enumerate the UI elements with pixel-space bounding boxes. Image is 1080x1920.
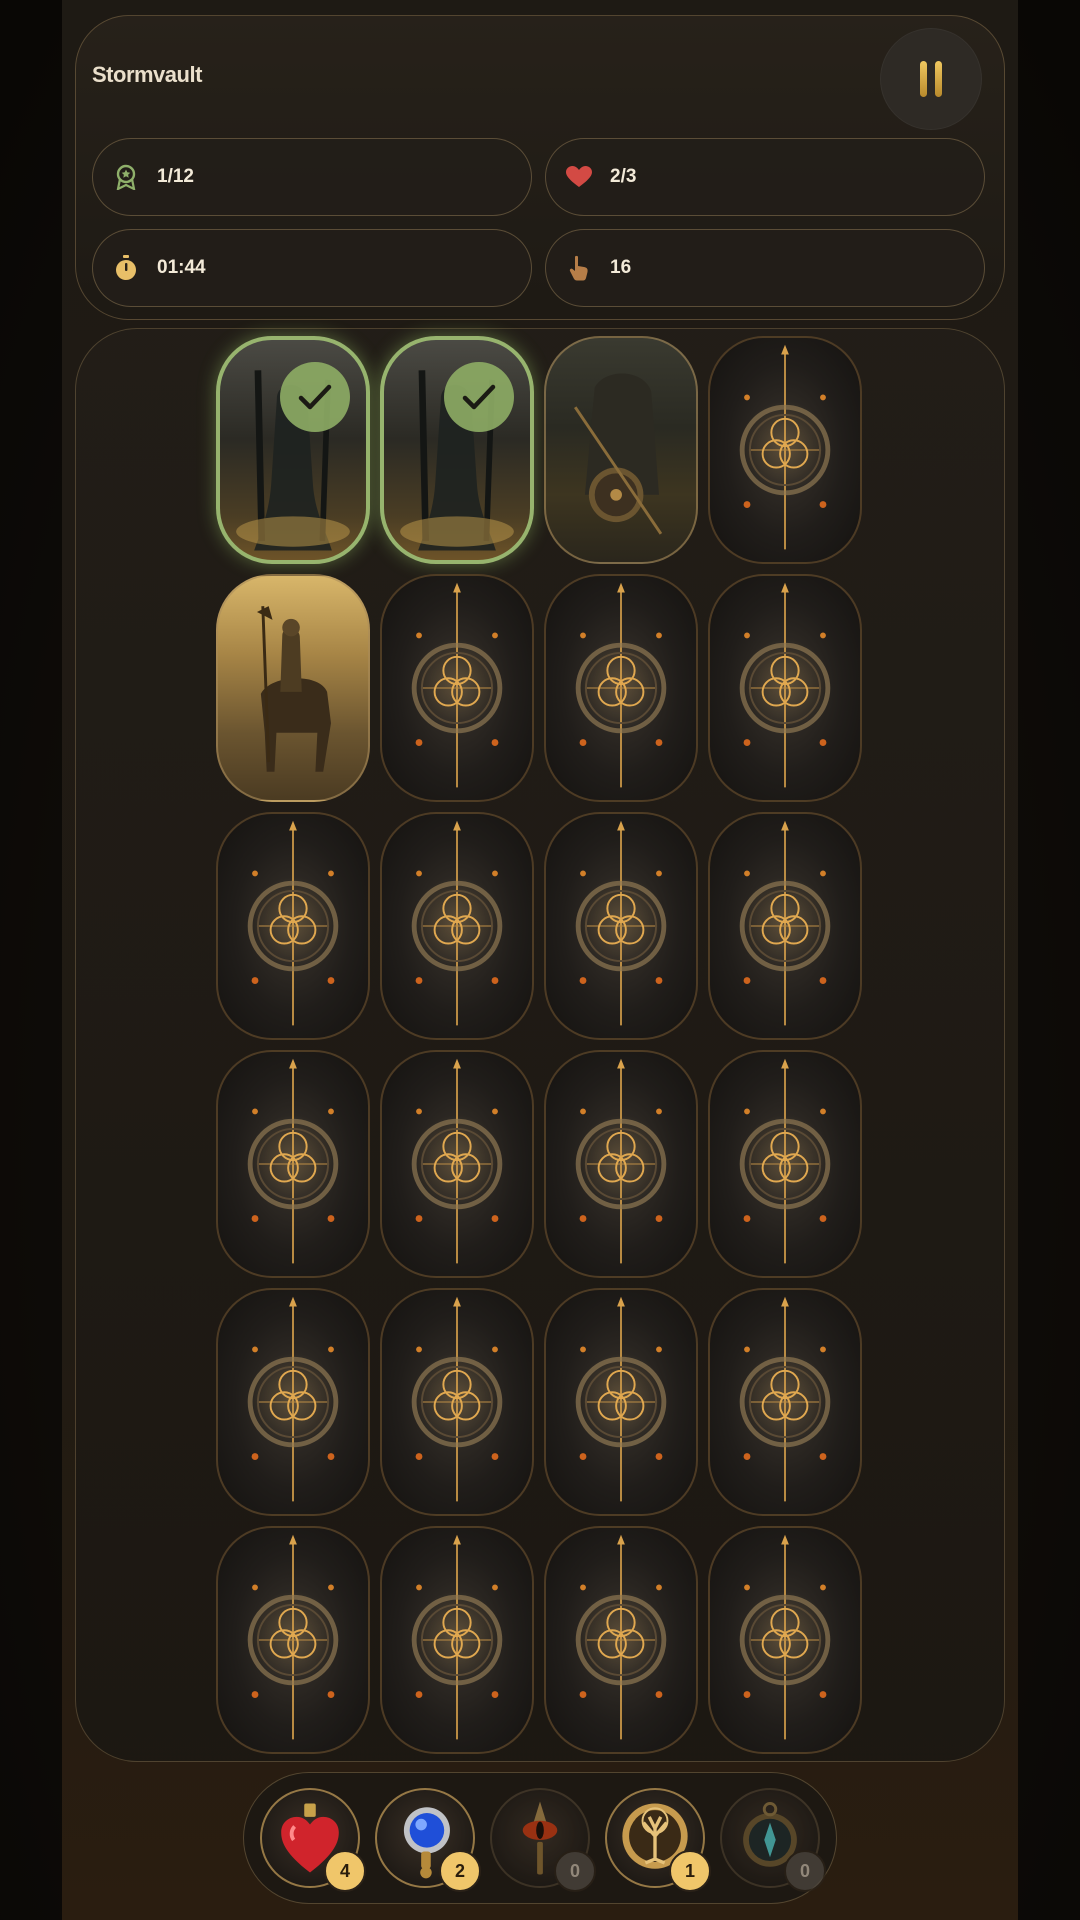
card-back-emblem <box>575 820 667 1026</box>
card-back-emblem <box>739 1296 831 1502</box>
card-revealed[interactable] <box>544 336 698 564</box>
card-facedown[interactable] <box>708 1050 862 1278</box>
card-back-emblem <box>575 1534 667 1740</box>
powerup-count: 4 <box>324 1850 366 1892</box>
lives-stat: 2/3 <box>545 138 985 216</box>
powerup-count: 1 <box>669 1850 711 1892</box>
card-facedown[interactable] <box>380 812 534 1040</box>
powerup-compass[interactable]: 0 <box>720 1788 826 1892</box>
mounted-knight-art <box>256 606 331 772</box>
powerup-tree-medallion[interactable]: 1 <box>605 1788 711 1892</box>
lives-value: 2/3 <box>610 166 637 187</box>
card-back-emblem <box>411 1296 503 1502</box>
checkmark-icon <box>280 362 350 432</box>
card-facedown[interactable] <box>708 336 862 564</box>
card-grid <box>216 336 862 1754</box>
powerup-eye-wand[interactable]: 0 <box>490 1788 596 1892</box>
timer-value: 01:44 <box>157 257 206 278</box>
card-back-emblem <box>575 1296 667 1502</box>
card-facedown[interactable] <box>380 574 534 802</box>
card-facedown[interactable] <box>544 574 698 802</box>
card-facedown[interactable] <box>216 812 370 1040</box>
card-facedown[interactable] <box>380 1288 534 1516</box>
card-revealed[interactable] <box>216 574 370 802</box>
card-back-emblem <box>739 582 831 788</box>
left-margin <box>0 0 62 1920</box>
card-back-emblem <box>411 1058 503 1264</box>
powerup-heart-potion[interactable]: 4 <box>260 1788 366 1892</box>
card-facedown[interactable] <box>708 812 862 1040</box>
card-facedown[interactable] <box>544 1288 698 1516</box>
pause-button[interactable] <box>880 28 982 130</box>
card-facedown[interactable] <box>544 812 698 1040</box>
moves-stat: 16 <box>545 229 985 307</box>
checkmark-icon <box>444 362 514 432</box>
card-facedown[interactable] <box>380 1050 534 1278</box>
level-title: Stormvault <box>92 62 202 87</box>
pairs-value: 1/12 <box>157 166 194 187</box>
card-matched[interactable] <box>216 336 370 564</box>
card-back-emblem <box>247 1534 339 1740</box>
pairs-stat: 1/12 <box>92 138 532 216</box>
card-back-emblem <box>247 820 339 1026</box>
card-back-emblem <box>575 1058 667 1264</box>
card-facedown[interactable] <box>216 1288 370 1516</box>
powerup-count: 0 <box>784 1850 826 1892</box>
powerup-count: 2 <box>439 1850 481 1892</box>
moves-value: 16 <box>610 257 632 278</box>
powerup-sapphire-amulet[interactable]: 2 <box>375 1788 481 1892</box>
heart-icon <box>566 164 592 190</box>
card-back-emblem <box>247 1296 339 1502</box>
right-margin <box>1018 0 1080 1920</box>
armored-warrior-art <box>574 373 663 535</box>
award-ribbon-icon <box>113 164 139 190</box>
card-back-emblem <box>411 820 503 1026</box>
powerup-count: 0 <box>554 1850 596 1892</box>
timer-stat: 01:44 <box>92 229 532 307</box>
card-facedown[interactable] <box>544 1050 698 1278</box>
card-matched[interactable] <box>380 336 534 564</box>
card-back-emblem <box>411 582 503 788</box>
card-back-emblem <box>247 1058 339 1264</box>
card-facedown[interactable] <box>216 1050 370 1278</box>
card-back-emblem <box>739 820 831 1026</box>
card-facedown[interactable] <box>544 1526 698 1754</box>
card-back-emblem <box>739 1534 831 1740</box>
tap-finger-icon <box>566 255 592 281</box>
stopwatch-icon <box>113 255 139 281</box>
card-back-emblem <box>575 582 667 788</box>
card-facedown[interactable] <box>708 1526 862 1754</box>
card-facedown[interactable] <box>216 1526 370 1754</box>
card-facedown[interactable] <box>708 1288 862 1516</box>
card-back-emblem <box>411 1534 503 1740</box>
card-back-emblem <box>739 344 831 550</box>
card-facedown[interactable] <box>380 1526 534 1754</box>
pause-icon <box>920 61 927 97</box>
card-back-emblem <box>739 1058 831 1264</box>
card-facedown[interactable] <box>708 574 862 802</box>
